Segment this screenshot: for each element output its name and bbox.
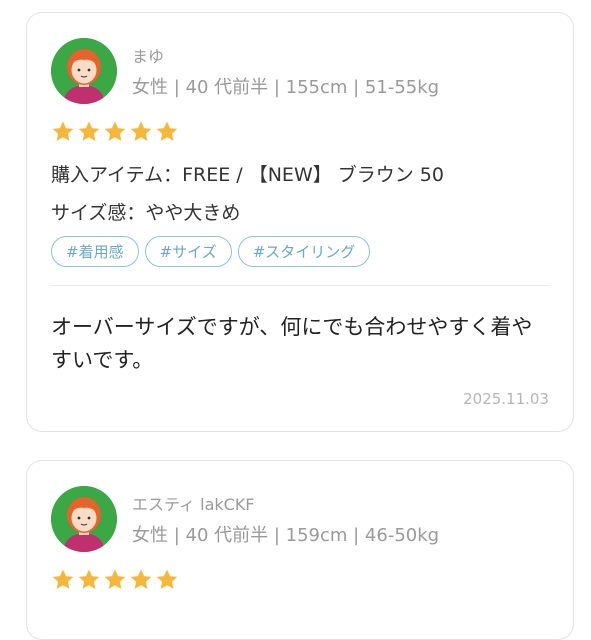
purchased-item: 購入アイテム：FREE / 【NEW】 ブラウン 50 — [51, 164, 444, 186]
reviewer-name: まゆ — [132, 47, 165, 66]
avatar-icon — [51, 38, 117, 104]
star-icon — [78, 121, 100, 141]
tag-size[interactable]: #サイズ — [144, 236, 232, 267]
review-card: エスティ lakCKF 女性 | 40 代前半 | 159cm | 46-50k… — [26, 460, 574, 640]
star-icon — [130, 121, 152, 141]
star-icon — [104, 121, 126, 141]
star-icon — [130, 569, 152, 589]
star-icon — [156, 569, 178, 589]
avatar — [51, 38, 117, 104]
review-comment: オーバーサイズですが、何にでも合わせやすく着やすいです。 — [51, 315, 533, 372]
star-icon — [156, 121, 178, 141]
star-icon — [78, 569, 100, 589]
tag-fit[interactable]: #着用感 — [51, 236, 139, 267]
rating-stars — [51, 568, 179, 592]
review-card: まゆ 女性 | 40 代前半 | 155cm | 51-55kg 購入アイテム：… — [26, 12, 574, 432]
star-icon — [104, 569, 126, 589]
reviewer-profile: 女性 | 40 代前半 | 159cm | 46-50kg — [132, 525, 440, 546]
star-icon — [52, 569, 74, 589]
reviewer-profile: 女性 | 40 代前半 | 155cm | 51-55kg — [132, 77, 440, 98]
divider — [51, 285, 549, 286]
size-feel: サイズ感：やや大きめ — [51, 202, 241, 224]
avatar — [51, 486, 117, 552]
rating-stars — [51, 120, 179, 144]
reviewer-name: エスティ lakCKF — [132, 495, 255, 514]
avatar-icon — [51, 486, 117, 552]
star-icon — [52, 121, 74, 141]
tag-list: #着用感 #サイズ #スタイリング — [51, 236, 371, 267]
tag-styling[interactable]: #スタイリング — [237, 236, 371, 267]
review-date: 2025.11.03 — [463, 390, 549, 408]
